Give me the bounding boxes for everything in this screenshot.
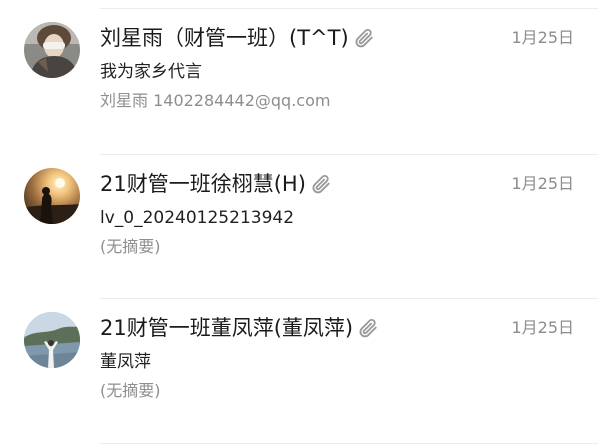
mail-preview: 刘星雨 1402284442@qq.com	[100, 91, 331, 110]
sender-avatar[interactable]	[24, 168, 80, 224]
mail-subject: 我为家乡代言	[100, 62, 202, 82]
mail-date: 1月25日	[511, 174, 574, 193]
sender-name: 21财管一班董凤萍(董凤萍)	[100, 316, 354, 340]
mail-list-item[interactable]: 刘星雨（财管一班）(T^T) 1月25日 我为家乡代言 刘星雨 14022844…	[0, 9, 598, 154]
person-photo-avatar	[24, 22, 80, 78]
paperclip-icon	[353, 27, 375, 49]
sender-name: 21财管一班徐栩慧(H)	[100, 172, 306, 196]
mail-date: 1月25日	[511, 318, 574, 337]
mail-list-item[interactable]: 21财管一班徐栩慧(H) 1月25日 lv_0_20240125213942 (…	[0, 155, 598, 300]
mail-date: 1月25日	[511, 28, 574, 47]
paperclip-icon	[310, 173, 332, 195]
mail-preview: (无摘要)	[100, 237, 161, 256]
mail-list: 刘星雨（财管一班）(T^T) 1月25日 我为家乡代言 刘星雨 14022844…	[0, 0, 598, 448]
sender-name: 刘星雨（财管一班）(T^T)	[100, 26, 349, 50]
mail-preview: (无摘要)	[100, 381, 161, 400]
sunset-photo-avatar	[24, 168, 80, 224]
landscape-photo-avatar	[24, 312, 80, 368]
paperclip-icon	[357, 317, 379, 339]
divider	[100, 443, 598, 444]
sender-avatar[interactable]	[24, 312, 80, 368]
mail-subject: 董凤萍	[100, 352, 151, 372]
mail-subject: lv_0_20240125213942	[100, 208, 295, 228]
mail-list-item[interactable]: 21财管一班董凤萍(董凤萍) 1月25日 董凤萍 (无摘要)	[0, 299, 598, 444]
sender-avatar[interactable]	[24, 22, 80, 78]
